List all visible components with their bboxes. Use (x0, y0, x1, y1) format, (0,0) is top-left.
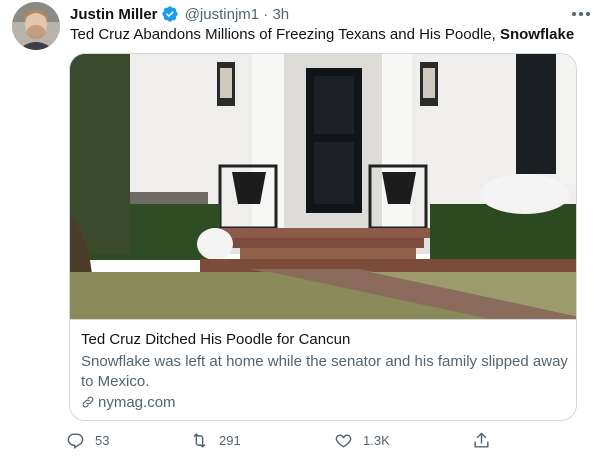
tweet-header: Justin Miller @justinjm1 · 3h (70, 5, 589, 25)
link-card[interactable]: Ted Cruz Ditched His Poodle for Cancun S… (69, 53, 577, 421)
tweet-text-prefix: Ted Cruz Abandons Millions of Freezing T… (70, 26, 500, 43)
reply-button[interactable]: 53 (66, 428, 109, 452)
tweet-actions: 53 291 1.3K (66, 428, 506, 452)
author-name[interactable]: Justin Miller (70, 6, 158, 23)
card-divider (70, 319, 576, 320)
author-handle[interactable]: @justinjm1 (185, 6, 259, 23)
avatar[interactable] (12, 2, 60, 50)
like-icon (335, 434, 352, 448)
card-image (70, 54, 576, 319)
card-description: Snowflake was left at home while the sen… (81, 353, 568, 390)
retweet-count: 291 (219, 432, 241, 448)
card-title[interactable]: Ted Cruz Ditched His Poodle for Cancun (81, 330, 350, 350)
card-domain-text: nymag.com (98, 394, 176, 411)
tweet-text: Ted Cruz Abandons Millions of Freezing T… (70, 25, 589, 45)
share-button[interactable] (472, 428, 501, 452)
link-icon (82, 396, 94, 408)
like-count: 1.3K (363, 432, 390, 448)
like-button[interactable]: 1.3K (334, 428, 390, 452)
tweet-text-bold: Snowflake (499, 26, 575, 43)
tweet[interactable]: Justin Miller @justinjm1 · 3h Ted Cruz A… (0, 0, 609, 470)
verified-badge-icon (161, 5, 179, 23)
separator-dot: · (263, 6, 269, 23)
retweet-icon (193, 432, 206, 448)
avatar-image (12, 2, 60, 50)
retweet-button[interactable]: 291 (190, 428, 241, 452)
tweet-timestamp[interactable]: 3h (272, 6, 289, 23)
reply-count: 53 (95, 432, 110, 448)
share-icon (474, 432, 489, 448)
more-icon[interactable] (569, 4, 593, 24)
reply-icon (67, 432, 84, 449)
card-domain[interactable]: nymag.com (81, 393, 176, 413)
